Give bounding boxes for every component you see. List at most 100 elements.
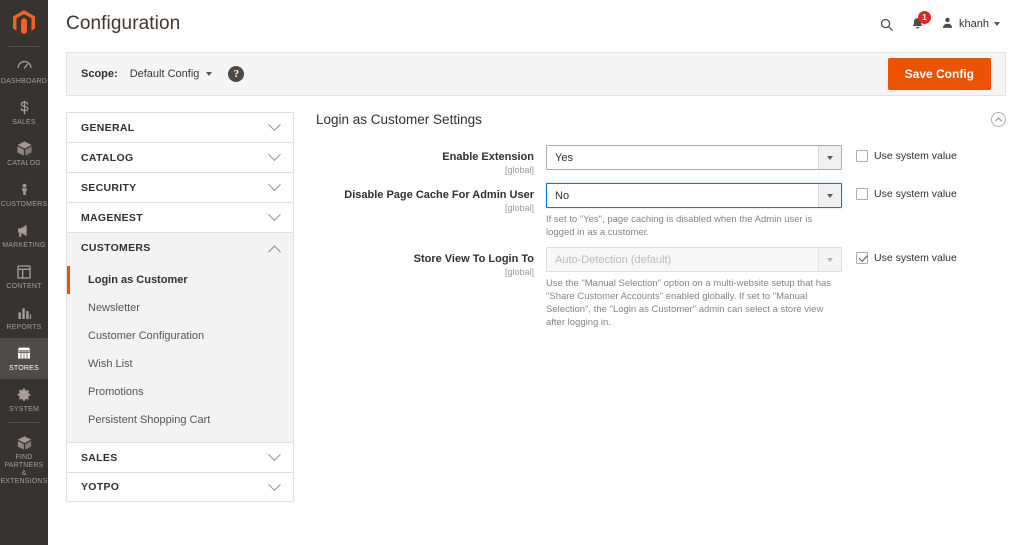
chevron-down-icon [206,72,213,76]
field-label-text: Enable Extension [442,151,534,163]
sidebar-item-find-partners-extensions[interactable]: FIND PARTNERS & EXTENSIONS [0,427,48,492]
use-system-value-store-view[interactable]: Use system value [842,247,957,329]
sidebar-item-system[interactable]: SYSTEM [0,379,48,420]
config-subitem-persistent-shopping-cart[interactable]: Persistent Shopping Cart [67,406,293,434]
admin-sidebar: DASHBOARD SALES CATALOG CUSTOMERS MARKET… [0,0,48,545]
sidebar-item-reports[interactable]: REPORTS [0,297,48,338]
settings-section-title: Login as Customer Settings [316,112,482,127]
save-config-button[interactable]: Save Config [887,58,991,90]
admin-app: DASHBOARD SALES CATALOG CUSTOMERS MARKET… [0,0,1024,545]
config-subitem-promotions[interactable]: Promotions [67,378,293,406]
field-scope-tag: [global] [504,267,534,277]
search-icon[interactable] [879,17,894,32]
config-subitem-wish-list[interactable]: Wish List [67,350,293,378]
config-section-title: SECURITY [81,181,137,194]
chevron-down-icon [268,148,281,162]
magento-logo-icon [13,9,35,34]
use-system-value-label: Use system value [874,188,957,200]
scope-value: Default Config [129,68,200,80]
config-section-title: SALES [81,451,118,464]
storefront-icon [14,344,34,363]
sidebar-item-stores[interactable]: STORES [0,338,48,379]
config-section-customers[interactable]: CUSTOMERS [66,232,294,262]
person-icon [14,180,34,199]
sidebar-item-sales[interactable]: SALES [0,92,48,133]
chevron-up-circle-icon[interactable] [991,112,1006,127]
enable-extension-select[interactable]: Yes [546,145,842,170]
gear-icon [14,385,34,404]
chevron-down-icon [268,477,281,491]
config-section-title: CUSTOMERS [81,241,151,254]
sidebar-label-dashboard: DASHBOARD [0,78,48,85]
sidebar-item-content[interactable]: CONTENT [0,256,48,297]
field-row-store-view-to-login-to: Store View To Login To [global] Auto-Det… [316,247,1006,329]
chevron-down-icon [994,22,1000,26]
question-mark-icon[interactable]: ? [228,66,245,82]
store-view-to-login-to-select[interactable]: Auto-Detection (default) [546,247,842,272]
box-icon [14,139,34,158]
user-icon [941,16,954,33]
scope-bar: Scope: Default Config ? Save Config [66,52,1006,96]
user-menu[interactable]: khanh [941,16,1000,33]
use-system-value-enable-extension[interactable]: Use system value [842,145,957,175]
config-subitem-customer-configuration[interactable]: Customer Configuration [67,322,293,350]
bell-icon[interactable]: 1 [910,11,932,32]
settings-panel: Login as Customer Settings Enable Extens… [312,112,1006,545]
use-system-value-checkbox[interactable] [856,188,868,200]
sidebar-item-catalog[interactable]: CATALOG [0,133,48,174]
config-section-security[interactable]: SECURITY [66,172,294,202]
scope-selector[interactable]: Default Config [130,68,213,80]
config-section-catalog[interactable]: CATALOG [66,142,294,172]
config-section-magenest[interactable]: MAGENEST [66,202,294,232]
dollar-icon [14,98,34,117]
sidebar-label-find-partners: FIND PARTNERS & EXTENSIONS [0,454,48,485]
user-name: khanh [959,18,989,30]
disable-page-cache-select[interactable]: No [546,183,842,208]
sidebar-item-dashboard[interactable]: DASHBOARD [0,51,48,92]
sidebar-item-marketing[interactable]: MARKETING [0,215,48,256]
config-section-title: CATALOG [81,151,134,164]
sidebar-label-marketing: MARKETING [2,242,46,249]
config-section-title: YOTPO [81,481,120,493]
field-control-store-view-to-login-to: Auto-Detection (default) Use the "Manual… [546,247,842,329]
config-section-title: GENERAL [81,121,135,134]
sidebar-label-system: SYSTEM [9,406,39,413]
settings-section-header: Login as Customer Settings [316,112,1006,145]
nav-divider-top [9,46,39,47]
use-system-value-checkbox[interactable] [856,150,868,162]
sidebar-item-customers[interactable]: CUSTOMERS [0,174,48,215]
main-area: Configuration 1 khanh Scope: Default Con… [48,0,1024,545]
scope-label: Scope: [81,68,118,80]
field-label-text: Disable Page Cache For Admin User [344,189,534,201]
chevron-up-icon [268,245,281,259]
magento-logo[interactable] [0,0,48,44]
sidebar-label-reports: REPORTS [6,324,42,331]
field-row-enable-extension: Enable Extension [global] Yes Use system… [316,145,1006,175]
page-title: Configuration [66,13,181,34]
bar-chart-icon [14,303,34,322]
sidebar-label-sales: SALES [12,119,36,126]
config-section-yotpo[interactable]: YOTPO [66,472,294,502]
chevron-down-icon [268,178,281,192]
sidebar-label-stores: STORES [9,365,39,372]
config-section-sales[interactable]: SALES [66,442,294,472]
layout-icon [14,262,34,281]
field-label-text: Store View To Login To [413,253,534,265]
config-nav: GENERAL CATALOG SECURITY MAGENEST CUSTOM… [66,112,294,545]
field-label-disable-page-cache: Disable Page Cache For Admin User [globa… [316,183,546,239]
chevron-down-icon [268,208,281,222]
use-system-value-disable-page-cache[interactable]: Use system value [842,183,957,239]
config-section-general[interactable]: GENERAL [66,112,294,142]
config-subitem-newsletter[interactable]: Newsletter [67,294,293,322]
field-label-enable-extension: Enable Extension [global] [316,145,546,175]
field-row-disable-page-cache: Disable Page Cache For Admin User [globa… [316,183,1006,239]
config-subitem-login-as-customer[interactable]: Login as Customer [67,266,293,294]
nav-divider-bottom [9,422,39,423]
use-system-value-checkbox[interactable] [856,252,868,264]
page-header: Configuration 1 khanh [48,0,1024,48]
sidebar-label-content: CONTENT [6,283,42,290]
content-row: GENERAL CATALOG SECURITY MAGENEST CUSTOM… [48,96,1024,545]
field-scope-tag: [global] [504,203,534,213]
notification-badge: 1 [918,11,932,24]
config-subitems-customers: Login as Customer Newsletter Customer Co… [66,262,294,442]
